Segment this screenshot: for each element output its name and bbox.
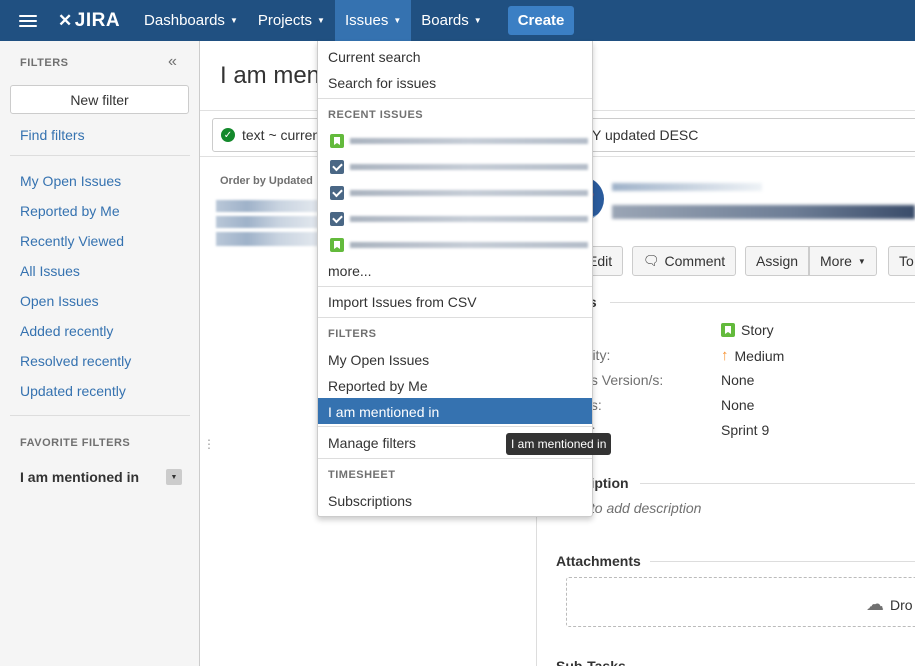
story-icon (330, 134, 344, 148)
recent-issues-heading: RECENT ISSUES (328, 109, 424, 121)
chevron-down-icon: ▼ (317, 16, 325, 25)
resize-handle-icon[interactable]: ⋮ (203, 437, 215, 451)
divider (318, 458, 592, 459)
chevron-down-icon: ▼ (857, 256, 866, 266)
menu-item-my-open-issues[interactable]: My Open Issues (328, 352, 429, 368)
attachments-heading: Attachments (556, 553, 641, 569)
cloud-upload-icon: ☁ (866, 594, 884, 614)
sidebar-item-open-issues[interactable]: Open Issues (20, 293, 131, 323)
blurred-recent-issue[interactable] (350, 190, 588, 196)
page-title: I am men (220, 62, 321, 89)
sidebar-item-resolved-recently[interactable]: Resolved recently (20, 353, 131, 383)
blurred-issue-row[interactable] (216, 200, 320, 212)
app-switcher-icon[interactable] (19, 14, 37, 27)
blurred-breadcrumb (612, 183, 762, 191)
menu-item-search-for-issues[interactable]: Search for issues (328, 75, 436, 91)
menu-item-manage-filters[interactable]: Manage filters (328, 435, 416, 451)
divider (640, 483, 915, 484)
blurred-issue-summary (612, 205, 915, 219)
divider (318, 426, 592, 427)
nav-boards[interactable]: Boards ▼ (411, 0, 491, 41)
blurred-issue-row[interactable] (216, 232, 320, 246)
comment-icon: 🗨 (643, 253, 660, 268)
create-button[interactable]: Create (507, 6, 575, 35)
comment-button[interactable]: 🗨 Comment (632, 246, 737, 276)
menu-item-more[interactable]: more... (328, 263, 372, 279)
jira-logo[interactable]: ✕ JIRA (58, 10, 120, 32)
priority-value: ↑ Medium (721, 347, 785, 364)
divider (318, 286, 592, 287)
jql-query-tail: Y updated DESC (592, 127, 699, 143)
task-icon (330, 160, 344, 174)
nav-dashboards[interactable]: Dashboards ▼ (134, 0, 248, 41)
chevron-down-icon: ▼ (393, 16, 402, 25)
sidebar-item-all-issues[interactable]: All Issues (20, 263, 131, 293)
drop-files-label: ☁ Dro (866, 594, 913, 614)
chevron-down-icon: ▼ (229, 16, 238, 25)
sidebar-item-added-recently[interactable]: Added recently (20, 323, 131, 353)
filters-heading: FILTERS (20, 57, 69, 69)
divider (318, 98, 592, 99)
affects-version-value: None (721, 372, 755, 388)
assign-button[interactable]: Assign (745, 246, 810, 276)
favorite-filter-item[interactable]: I am mentioned in (20, 469, 139, 485)
timesheet-heading: TIMESHEET (328, 469, 396, 481)
task-icon (330, 186, 344, 200)
jql-query-text: text ~ curren (242, 127, 321, 143)
divider (318, 317, 592, 318)
description-placeholder[interactable]: k to add description (580, 500, 701, 516)
menu-item-reported-by-me[interactable]: Reported by Me (328, 378, 428, 394)
nav-issues[interactable]: Issues ▼ (334, 0, 412, 41)
priority-medium-icon: ↑ (721, 347, 729, 364)
chevron-down-icon: ▼ (473, 16, 482, 25)
sidebar-item-updated-recently[interactable]: Updated recently (20, 383, 131, 413)
top-navigation-bar: ✕ JIRA Dashboards ▼ Projects ▼ Issues ▼ Boar… (0, 0, 915, 41)
atlassian-x-icon: ✕ (58, 10, 73, 30)
attachment-drop-zone[interactable] (566, 577, 915, 627)
menu-item-subscriptions[interactable]: Subscriptions (328, 493, 412, 509)
menu-item-current-search[interactable]: Current search (328, 49, 421, 65)
order-by-label[interactable]: Order by Updated (220, 175, 313, 187)
system-filters-list: My Open Issues Reported by Me Recently V… (20, 173, 131, 413)
divider (610, 302, 915, 303)
filter-actions-dropdown-icon[interactable]: ▼ (166, 469, 182, 485)
valid-query-check-icon: ✓ (221, 128, 235, 142)
blurred-issue-row[interactable] (216, 216, 320, 228)
type-value: Story (721, 322, 774, 338)
filters-menu-heading: FILTERS (328, 328, 377, 340)
nav-projects[interactable]: Projects ▼ (248, 0, 335, 41)
sprint-value[interactable]: Sprint 9 (721, 422, 769, 438)
filters-sidebar: FILTERS « New filter Find filters My Ope… (0, 41, 200, 666)
sidebar-item-recently-viewed[interactable]: Recently Viewed (20, 233, 131, 263)
blurred-recent-issue[interactable] (350, 242, 588, 248)
subtasks-heading: Sub-Tasks (556, 658, 626, 666)
tooltip: I am mentioned in (506, 433, 612, 455)
menu-item-import-csv[interactable]: Import Issues from CSV (328, 294, 477, 310)
blurred-recent-issue[interactable] (350, 138, 588, 144)
labels-value[interactable]: None (721, 397, 754, 413)
sidebar-item-my-open-issues[interactable]: My Open Issues (20, 173, 131, 203)
divider (10, 415, 190, 416)
blurred-recent-issue[interactable] (350, 164, 588, 170)
menu-item-label: I am mentioned in (328, 404, 440, 420)
new-filter-button[interactable]: New filter (10, 85, 189, 114)
story-icon (330, 238, 344, 252)
workflow-button[interactable]: To (888, 246, 915, 276)
divider (10, 155, 190, 156)
blurred-recent-issue[interactable] (350, 216, 588, 222)
find-filters-link[interactable]: Find filters (20, 127, 85, 143)
favorite-filters-heading: FAVORITE FILTERS (20, 437, 131, 449)
more-button[interactable]: More ▼ (809, 246, 877, 276)
collapse-sidebar-icon[interactable]: « (168, 53, 177, 71)
sidebar-item-reported-by-me[interactable]: Reported by Me (20, 203, 131, 233)
story-icon (721, 323, 735, 337)
task-icon (330, 212, 344, 226)
divider (650, 561, 915, 562)
